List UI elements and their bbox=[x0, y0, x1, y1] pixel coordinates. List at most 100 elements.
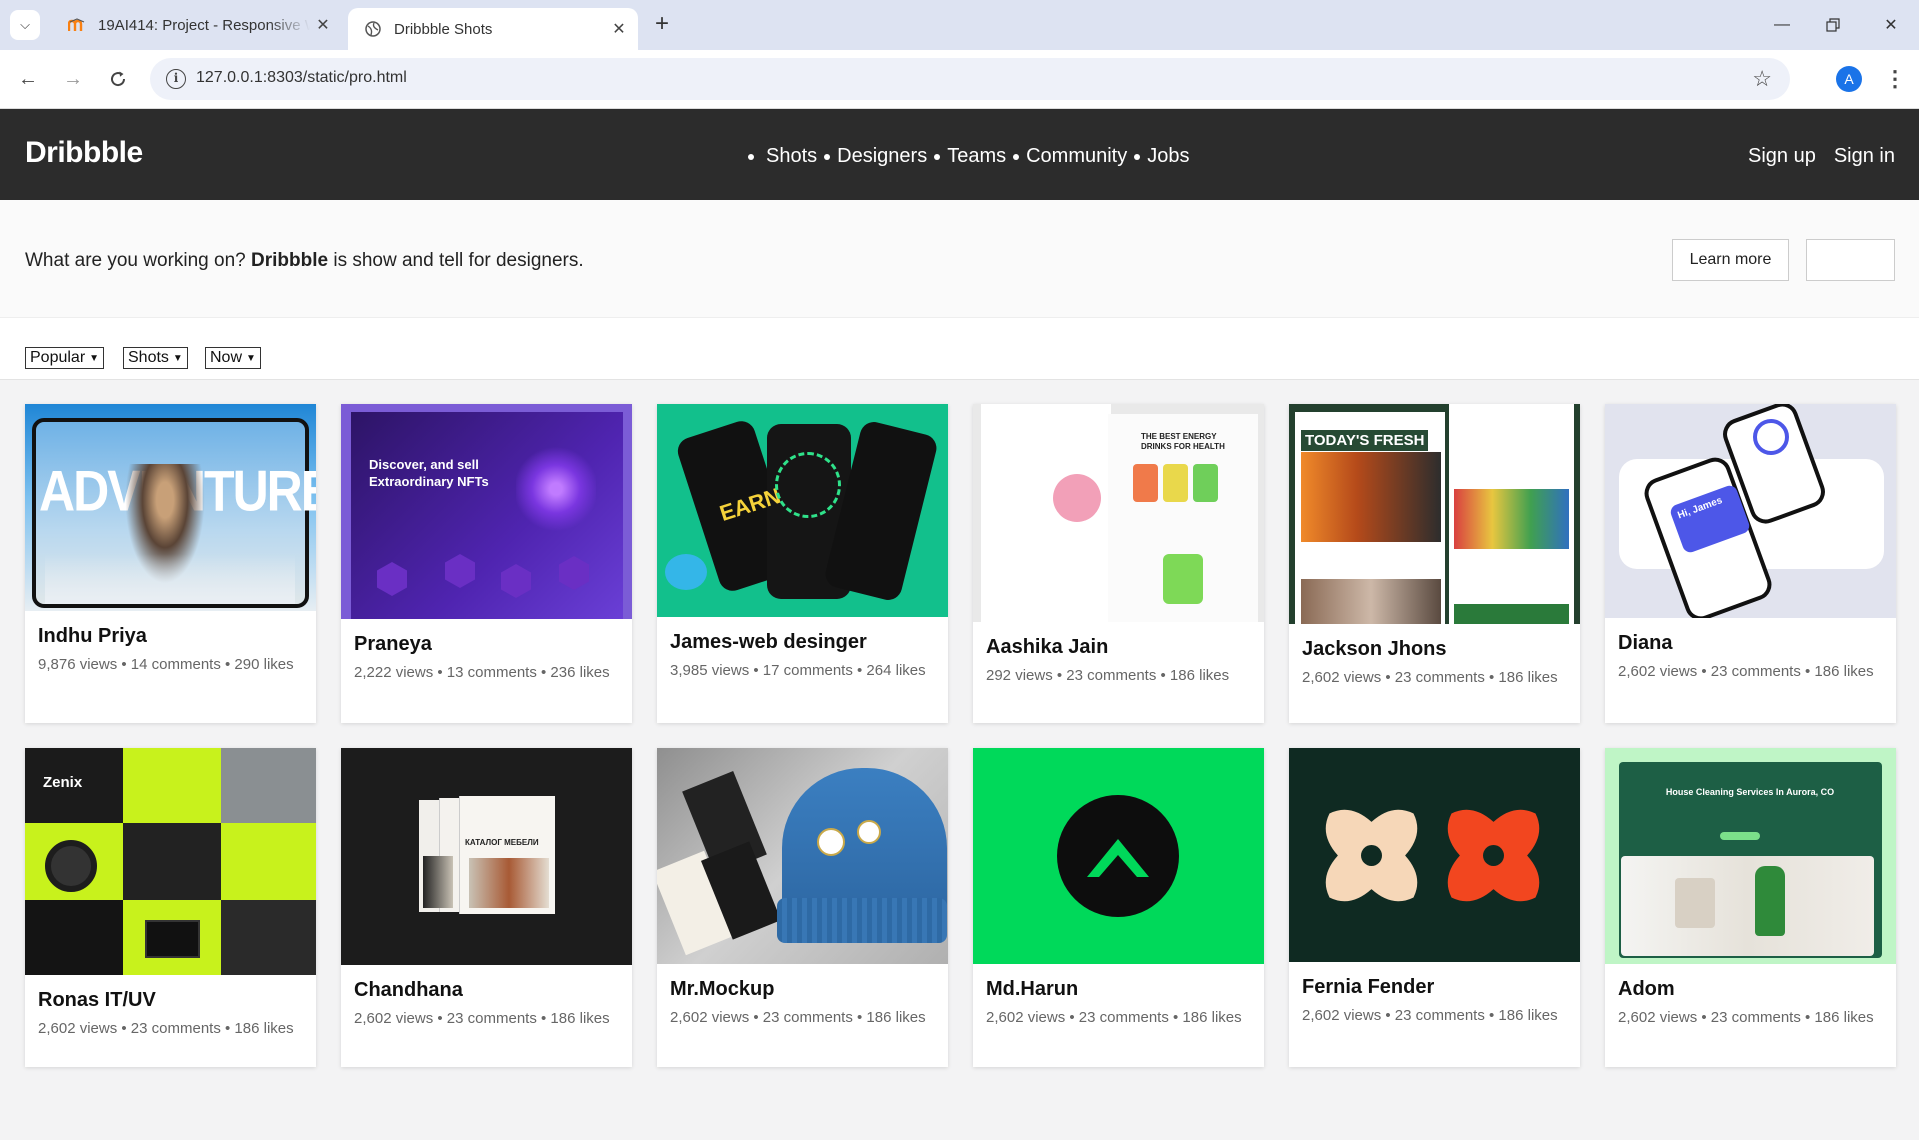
browser-tab-project[interactable]: 19AI414: Project - Responsive W ✕ bbox=[52, 8, 342, 42]
shot-card[interactable]: EARN James-web desinger 3,985 views • 17… bbox=[657, 404, 948, 723]
url-text[interactable]: 127.0.0.1:8303/static/pro.html bbox=[196, 69, 407, 87]
back-arrow-icon[interactable]: ← bbox=[13, 64, 43, 94]
chevron-down-icon: ▼ bbox=[246, 352, 256, 364]
shot-author[interactable]: Mr.Mockup bbox=[670, 978, 935, 1001]
shot-stats: 2,602 views • 23 comments • 186 likes bbox=[1302, 669, 1558, 686]
close-tab-icon[interactable]: ✕ bbox=[606, 19, 632, 39]
address-bar[interactable]: i 127.0.0.1:8303/static/pro.html ☆ bbox=[150, 58, 1790, 100]
close-tab-icon[interactable]: ✕ bbox=[310, 15, 336, 35]
shot-thumbnail[interactable]: Discover, and sell Extraordinary NFTs bbox=[341, 404, 632, 619]
browser-toolbar: ← → i 127.0.0.1:8303/static/pro.html ☆ A… bbox=[0, 50, 1919, 109]
shot-stats: 2,602 views • 23 comments • 186 likes bbox=[354, 1010, 610, 1027]
shot-thumbnail[interactable]: TODAY'S FRESH bbox=[1289, 404, 1580, 624]
shot-thumbnail[interactable] bbox=[657, 748, 948, 964]
thumb-headline: House Cleaning Services In Aurora, CO bbox=[1665, 787, 1835, 797]
shot-thumbnail[interactable]: Zenix bbox=[25, 748, 316, 975]
shot-card[interactable]: Fernia Fender 2,602 views • 23 comments … bbox=[1289, 748, 1580, 1067]
shot-thumbnail[interactable]: THE BEST ENERGY DRINKS FOR HEALTH bbox=[973, 404, 1264, 622]
shot-author[interactable]: Md.Harun bbox=[986, 978, 1251, 1001]
shot-thumbnail[interactable]: ADVENTURE bbox=[25, 404, 316, 611]
shot-card[interactable]: Hi, James Diana 2,602 views • 23 comment… bbox=[1605, 404, 1896, 723]
learn-more-button[interactable]: Learn more bbox=[1672, 239, 1789, 281]
shot-author[interactable]: Fernia Fender bbox=[1302, 976, 1567, 999]
nav-community[interactable]: Community bbox=[1026, 145, 1127, 168]
filter-label: Popular bbox=[30, 349, 86, 366]
shot-thumbnail[interactable] bbox=[1289, 748, 1580, 962]
shot-card[interactable]: House Cleaning Services In Aurora, CO Ad… bbox=[1605, 748, 1896, 1067]
shot-card[interactable]: КАТАЛОГ МЕБЕЛИ Chandhana 2,602 views • 2… bbox=[341, 748, 632, 1067]
browser-tabstrip: ⌵ 19AI414: Project - Responsive W ✕ Drib… bbox=[0, 0, 1919, 50]
shot-card[interactable]: Zenix Ronas IT/UV 2,602 views • 23 comme… bbox=[25, 748, 316, 1067]
shot-stats: 2,602 views • 23 comments • 186 likes bbox=[670, 1009, 926, 1026]
new-tab-button[interactable]: + bbox=[648, 11, 676, 39]
bookmark-star-icon[interactable]: ☆ bbox=[1752, 66, 1772, 92]
shot-thumbnail[interactable]: Hi, James bbox=[1605, 404, 1896, 618]
filter-now-select[interactable]: Now ▼ bbox=[205, 347, 261, 369]
shot-stats: 2,602 views • 23 comments • 186 likes bbox=[986, 1009, 1242, 1026]
site-logo[interactable]: Dribbble bbox=[25, 136, 143, 170]
filter-shots-select[interactable]: Shots ▼ bbox=[123, 347, 188, 369]
blank-button[interactable] bbox=[1806, 239, 1895, 281]
minimize-icon[interactable]: — bbox=[1762, 10, 1802, 40]
more-menu-icon[interactable]: ⋮ bbox=[1884, 64, 1906, 94]
filter-popular-select[interactable]: Popular ▼ bbox=[25, 347, 105, 369]
sign-up-link[interactable]: Sign up bbox=[1748, 145, 1816, 168]
forward-arrow-icon[interactable]: → bbox=[58, 64, 88, 94]
shot-stats: 2,602 views • 23 comments • 186 likes bbox=[38, 1020, 294, 1037]
shot-author[interactable]: James-web desinger bbox=[670, 631, 935, 654]
shot-card[interactable]: Discover, and sell Extraordinary NFTs Pr… bbox=[341, 404, 632, 723]
shot-author[interactable]: Aashika Jain bbox=[986, 636, 1251, 659]
main-nav: Shots Designers Teams Community Jobs bbox=[748, 145, 1190, 168]
filter-label: Now bbox=[210, 349, 243, 366]
shot-card[interactable]: Mr.Mockup 2,602 views • 23 comments • 18… bbox=[657, 748, 948, 1067]
shot-stats: 2,602 views • 23 comments • 186 likes bbox=[1302, 1007, 1558, 1024]
thumb-headline: Zenix bbox=[43, 774, 83, 791]
shot-card[interactable]: Md.Harun 2,602 views • 23 comments • 186… bbox=[973, 748, 1264, 1067]
page-viewport: Dribbble Shots Designers Teams Community… bbox=[0, 109, 1919, 1140]
shot-card[interactable]: ADVENTURE Indhu Priya 9,876 views • 14 c… bbox=[25, 404, 316, 723]
globe-favicon-icon bbox=[364, 20, 382, 38]
shot-author[interactable]: Chandhana bbox=[354, 979, 619, 1002]
nav-bullet-icon bbox=[748, 153, 754, 160]
shot-author[interactable]: Praneya bbox=[354, 633, 619, 656]
browser-tab-dribbble[interactable]: Dribbble Shots ✕ bbox=[348, 8, 638, 50]
close-window-icon[interactable]: ✕ bbox=[1871, 10, 1911, 40]
shot-card[interactable]: THE BEST ENERGY DRINKS FOR HEALTH Aashik… bbox=[973, 404, 1264, 723]
shot-author[interactable]: Jackson Jhons bbox=[1302, 638, 1567, 661]
site-info-icon[interactable]: i bbox=[166, 69, 186, 89]
reload-icon[interactable] bbox=[103, 64, 133, 94]
tab-search-button[interactable]: ⌵ bbox=[10, 10, 40, 40]
shot-stats: 3,985 views • 17 comments • 264 likes bbox=[670, 662, 926, 679]
thumb-headline: THE BEST ENERGY DRINKS FOR HEALTH bbox=[1141, 432, 1225, 451]
nav-teams[interactable]: Teams bbox=[947, 145, 1006, 168]
shot-thumbnail[interactable]: КАТАЛОГ МЕБЕЛИ bbox=[341, 748, 632, 965]
filter-label: Shots bbox=[128, 349, 169, 366]
shot-stats: 2,222 views • 13 comments • 236 likes bbox=[354, 664, 610, 681]
nav-bullet-icon bbox=[1013, 153, 1020, 160]
restore-icon[interactable] bbox=[1813, 10, 1853, 40]
shot-thumbnail[interactable] bbox=[973, 748, 1264, 964]
chevron-down-icon: ▼ bbox=[89, 352, 100, 364]
nav-shots[interactable]: Shots bbox=[766, 145, 817, 168]
shot-thumbnail[interactable]: House Cleaning Services In Aurora, CO bbox=[1605, 748, 1896, 964]
hero-tagline: What are you working on? Dribbble is sho… bbox=[25, 250, 584, 272]
shot-card[interactable]: TODAY'S FRESH Jackson Jhons 2,602 views … bbox=[1289, 404, 1580, 723]
nav-designers[interactable]: Designers bbox=[837, 145, 927, 168]
moodle-favicon-icon bbox=[68, 16, 86, 34]
shot-stats: 2,602 views • 23 comments • 186 likes bbox=[1618, 1009, 1874, 1026]
shot-thumbnail[interactable]: EARN bbox=[657, 404, 948, 617]
shot-author[interactable]: Ronas IT/UV bbox=[38, 989, 303, 1012]
nav-jobs[interactable]: Jobs bbox=[1147, 145, 1189, 168]
site-header: Dribbble Shots Designers Teams Community… bbox=[0, 109, 1919, 200]
hero-banner: What are you working on? Dribbble is sho… bbox=[0, 200, 1919, 318]
thumb-headline: Discover, and sell Extraordinary NFTs bbox=[369, 457, 489, 489]
shot-author[interactable]: Diana bbox=[1618, 632, 1883, 655]
shot-stats: 9,876 views • 14 comments • 290 likes bbox=[38, 656, 294, 673]
thumb-headline: TODAY'S FRESH bbox=[1301, 430, 1429, 451]
shot-author[interactable]: Indhu Priya bbox=[38, 625, 303, 648]
hero-tail: is show and tell for designers. bbox=[333, 250, 584, 271]
sign-in-link[interactable]: Sign in bbox=[1834, 145, 1895, 168]
arrow-logo-icon bbox=[1087, 839, 1149, 877]
profile-avatar[interactable]: A bbox=[1836, 66, 1862, 92]
shot-author[interactable]: Adom bbox=[1618, 978, 1883, 1001]
